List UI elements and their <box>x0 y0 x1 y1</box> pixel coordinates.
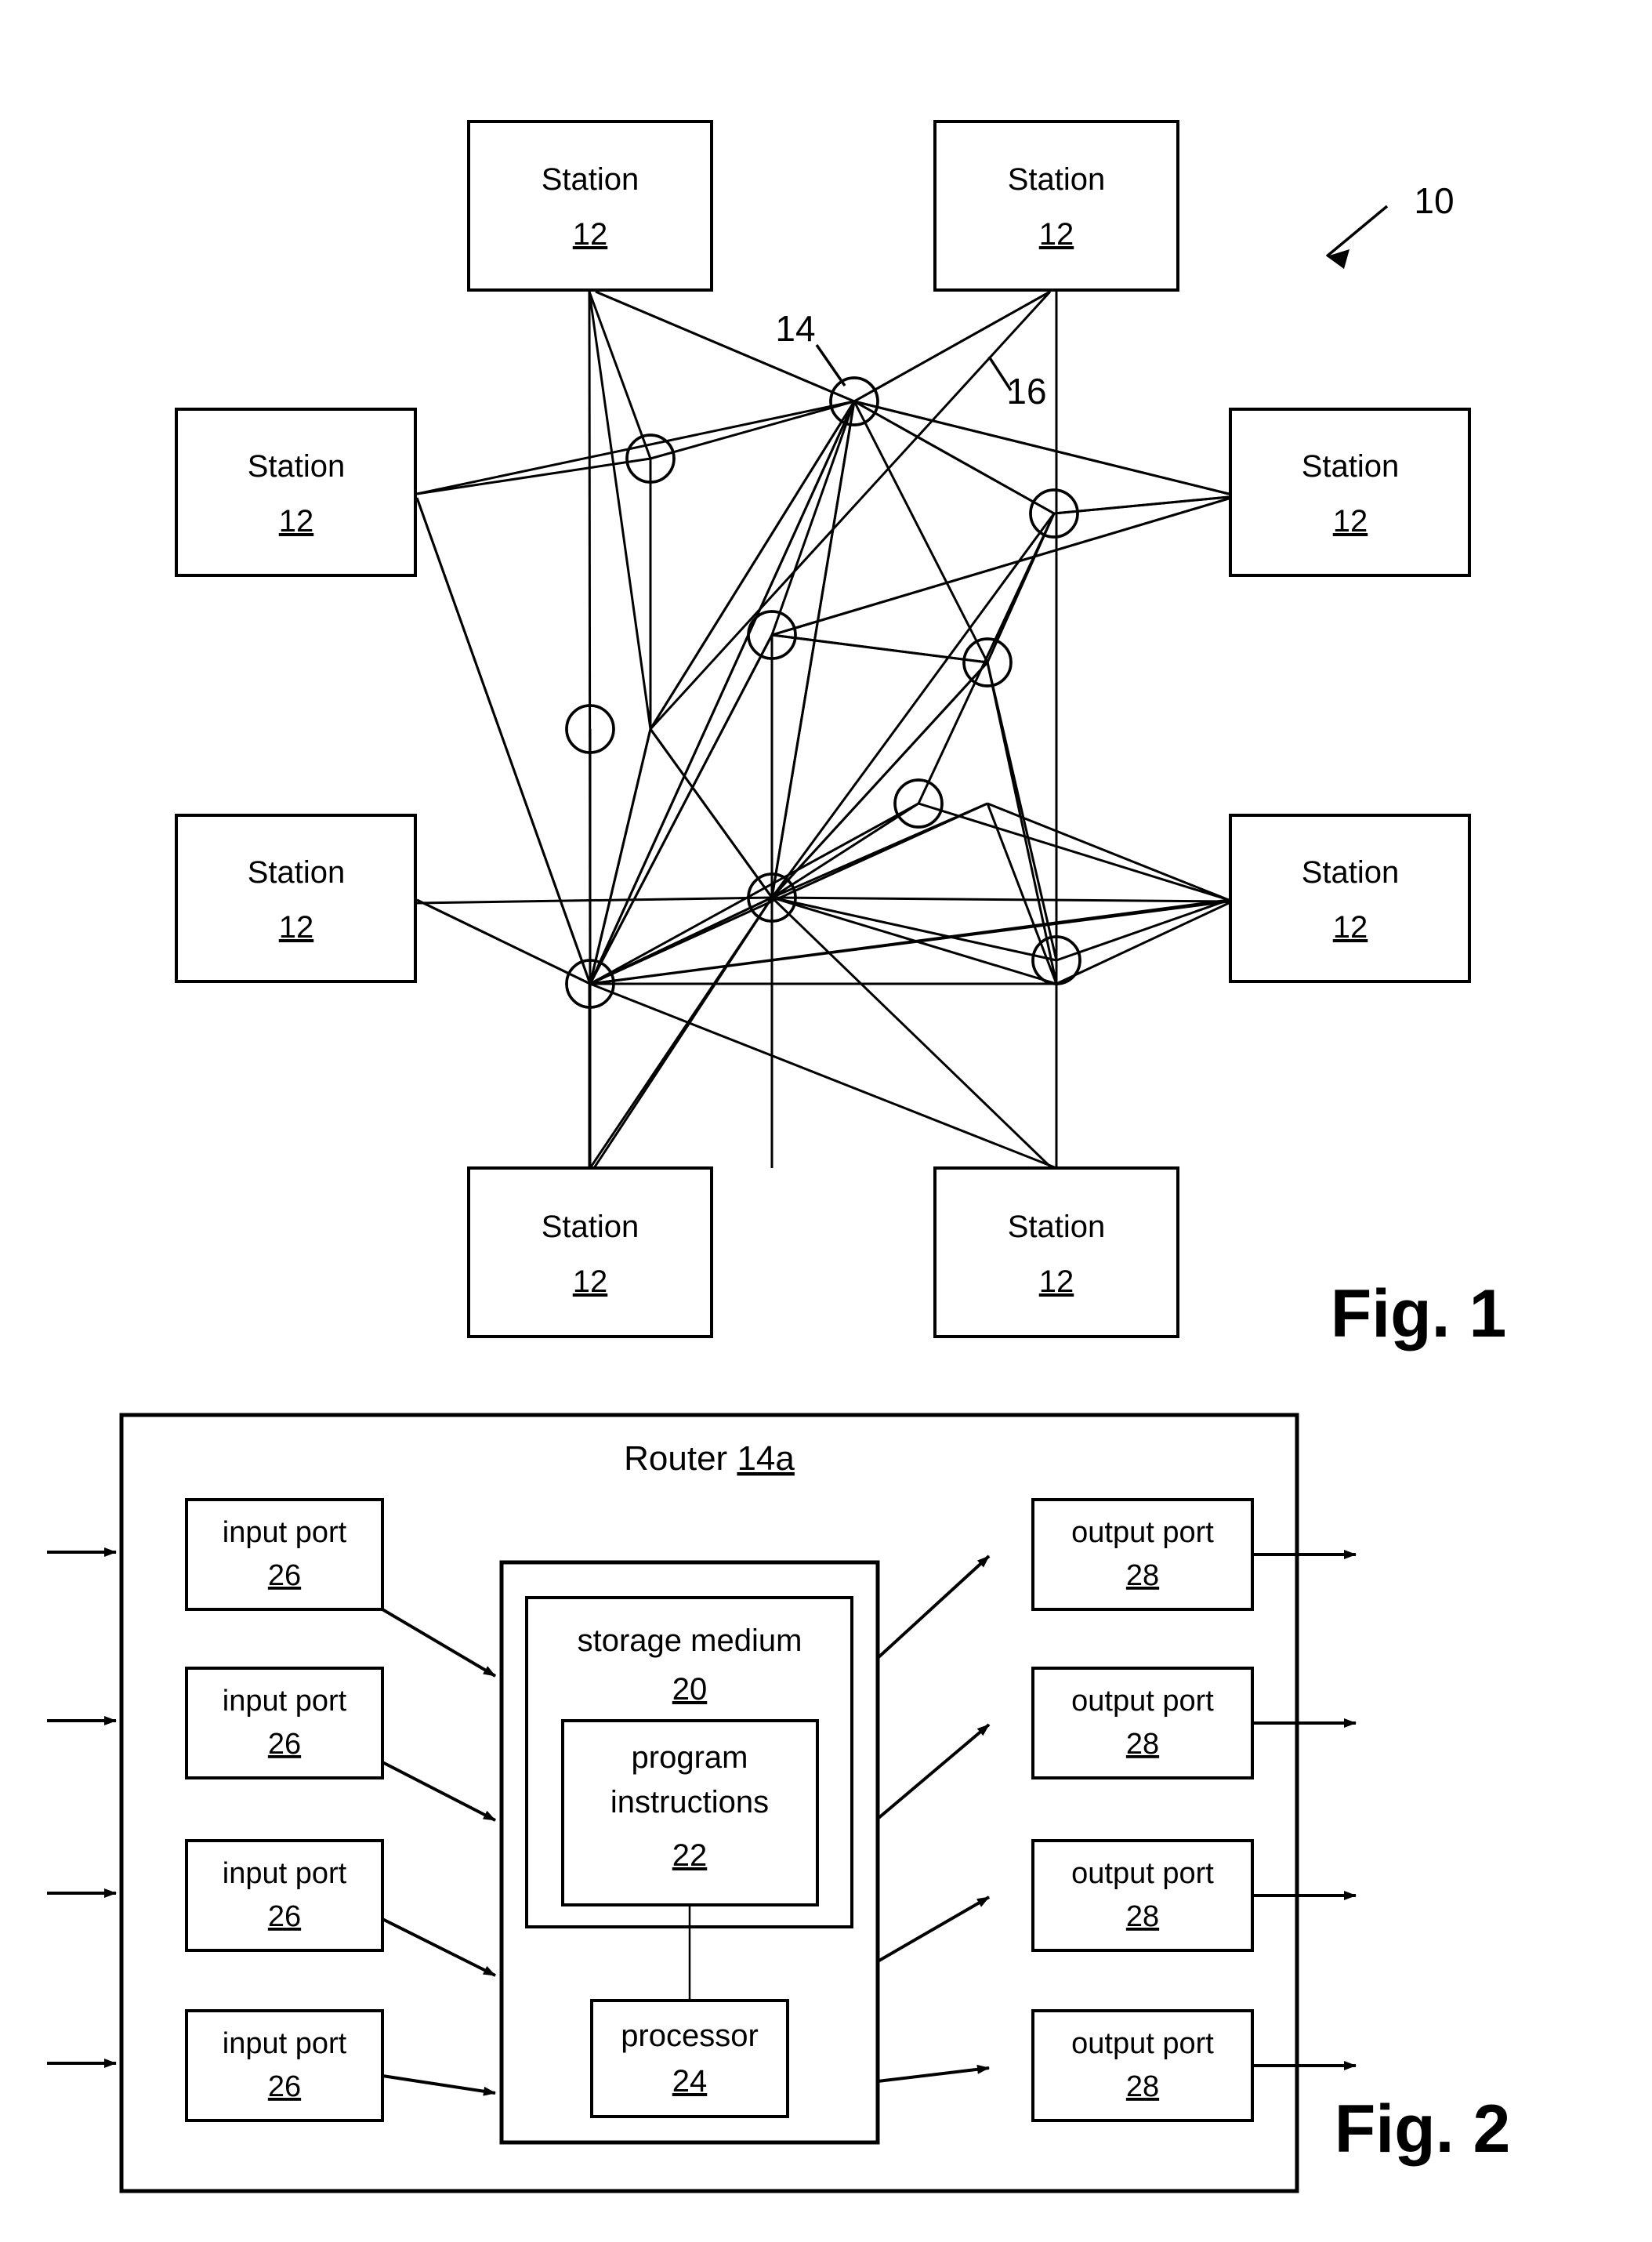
figure-1-label: Fig. 1 <box>1331 1276 1507 1351</box>
station-ref: 12 <box>1039 1264 1074 1299</box>
external-output-arrows <box>1252 1550 1357 2070</box>
input-port-ref: 26 <box>268 1559 301 1592</box>
output-port-ref: 28 <box>1126 2070 1159 2103</box>
router-node[interactable] <box>1029 488 1079 539</box>
station-label: Station <box>248 855 346 890</box>
router-node-14[interactable] <box>829 376 879 426</box>
station-label: Station <box>542 162 639 197</box>
input-port-label: input port <box>223 1516 347 1549</box>
figure-1: Station 12 Station 12 Station 12 Station… <box>175 120 1507 1351</box>
figure-2-label: Fig. 2 <box>1335 2091 1511 2167</box>
output-port-3[interactable]: output port 28 <box>1031 1839 1254 1952</box>
processor-label: processor <box>621 2019 759 2053</box>
station-ref: 12 <box>279 910 314 945</box>
input-port-ref: 26 <box>268 1728 301 1761</box>
station-right-lower: Station 12 <box>1229 814 1471 983</box>
station-ref: 12 <box>573 217 608 252</box>
station-left-upper: Station 12 <box>175 408 417 577</box>
input-port-4[interactable]: input port 26 <box>185 2009 384 2122</box>
station-bottom-left: Station 12 <box>467 1166 713 1338</box>
output-port-ref: 28 <box>1126 1900 1159 1933</box>
output-port-label: output port <box>1071 1685 1214 1718</box>
station-top-right: Station 12 <box>933 120 1179 292</box>
station-label: Station <box>1302 855 1400 890</box>
patent-drawing-page: Station 12 Station 12 Station 12 Station… <box>0 0 1652 2242</box>
router-node[interactable] <box>747 610 797 660</box>
input-port-label: input port <box>223 1685 347 1718</box>
link-callout-16: 16 <box>987 356 1047 412</box>
program-instructions-label-line2: instructions <box>610 1785 769 1819</box>
router-node[interactable] <box>1031 935 1081 985</box>
program-instructions-ref: 22 <box>672 1838 708 1873</box>
input-port-label: input port <box>223 1857 347 1890</box>
program-instructions-label-line1: program <box>632 1740 748 1775</box>
router-title-ref: 14a <box>737 1439 795 1478</box>
link-callout-label: 16 <box>1006 371 1046 412</box>
station-bottom-right: Station 12 <box>933 1166 1179 1338</box>
output-port-label: output port <box>1071 1516 1214 1549</box>
figure-2: Router 14a input port 26 input port 26 i… <box>47 1413 1511 2193</box>
station-label: Station <box>1008 162 1106 197</box>
program-instructions-box: program instructions 22 <box>561 1719 819 1906</box>
input-port-ref: 26 <box>268 2070 301 2103</box>
station-label: Station <box>542 1210 639 1244</box>
input-to-core-arrows <box>381 1608 497 2096</box>
storage-medium-ref: 20 <box>672 1672 708 1707</box>
system-ref-10: 10 <box>1325 180 1455 269</box>
output-port-ref: 28 <box>1126 1728 1159 1761</box>
router-callout-14: 14 <box>775 308 846 386</box>
router-title-text: Router <box>624 1439 727 1478</box>
storage-medium-label: storage medium <box>578 1623 802 1658</box>
station-ref: 12 <box>573 1264 608 1299</box>
station-top-left: Station 12 <box>467 120 713 292</box>
input-port-2[interactable]: input port 26 <box>185 1667 384 1779</box>
station-label: Station <box>1302 449 1400 484</box>
output-port-label: output port <box>1071 2027 1214 2060</box>
station-label: Station <box>1008 1210 1106 1244</box>
router-title: Router 14a <box>624 1439 795 1478</box>
input-port-1[interactable]: input port 26 <box>185 1498 384 1611</box>
processor-box: processor 24 <box>590 1999 789 2118</box>
input-port-ref: 26 <box>268 1900 301 1933</box>
router-node[interactable] <box>565 959 615 1009</box>
output-port-2[interactable]: output port 28 <box>1031 1667 1254 1779</box>
station-label: Station <box>248 449 346 484</box>
output-port-1[interactable]: output port 28 <box>1031 1498 1254 1611</box>
station-ref: 12 <box>1039 217 1074 252</box>
svg-text:Router 14a: Router 14a <box>624 1439 795 1478</box>
router-node[interactable] <box>747 872 797 923</box>
core-to-output-arrows <box>876 1555 991 2083</box>
network-links-overlay <box>415 290 1230 1170</box>
input-port-3[interactable]: input port 26 <box>185 1839 384 1952</box>
router-node[interactable] <box>893 778 944 829</box>
input-port-label: input port <box>223 2027 347 2060</box>
system-ref-label: 10 <box>1414 180 1454 221</box>
router-node[interactable] <box>625 434 676 484</box>
station-right-upper: Station 12 <box>1229 408 1471 577</box>
output-port-ref: 28 <box>1126 1559 1159 1592</box>
station-ref: 12 <box>1333 910 1368 945</box>
router-node[interactable] <box>565 704 615 754</box>
station-left-lower: Station 12 <box>175 814 417 983</box>
station-ref: 12 <box>1333 504 1368 539</box>
external-input-arrows <box>47 1547 117 2068</box>
network-links <box>415 290 1230 1170</box>
output-port-4[interactable]: output port 28 <box>1031 2009 1254 2122</box>
router-callout-label: 14 <box>775 308 815 349</box>
processor-ref: 24 <box>672 2064 708 2099</box>
output-port-label: output port <box>1071 1857 1214 1890</box>
router-node[interactable] <box>962 637 1013 687</box>
station-ref: 12 <box>279 504 314 539</box>
